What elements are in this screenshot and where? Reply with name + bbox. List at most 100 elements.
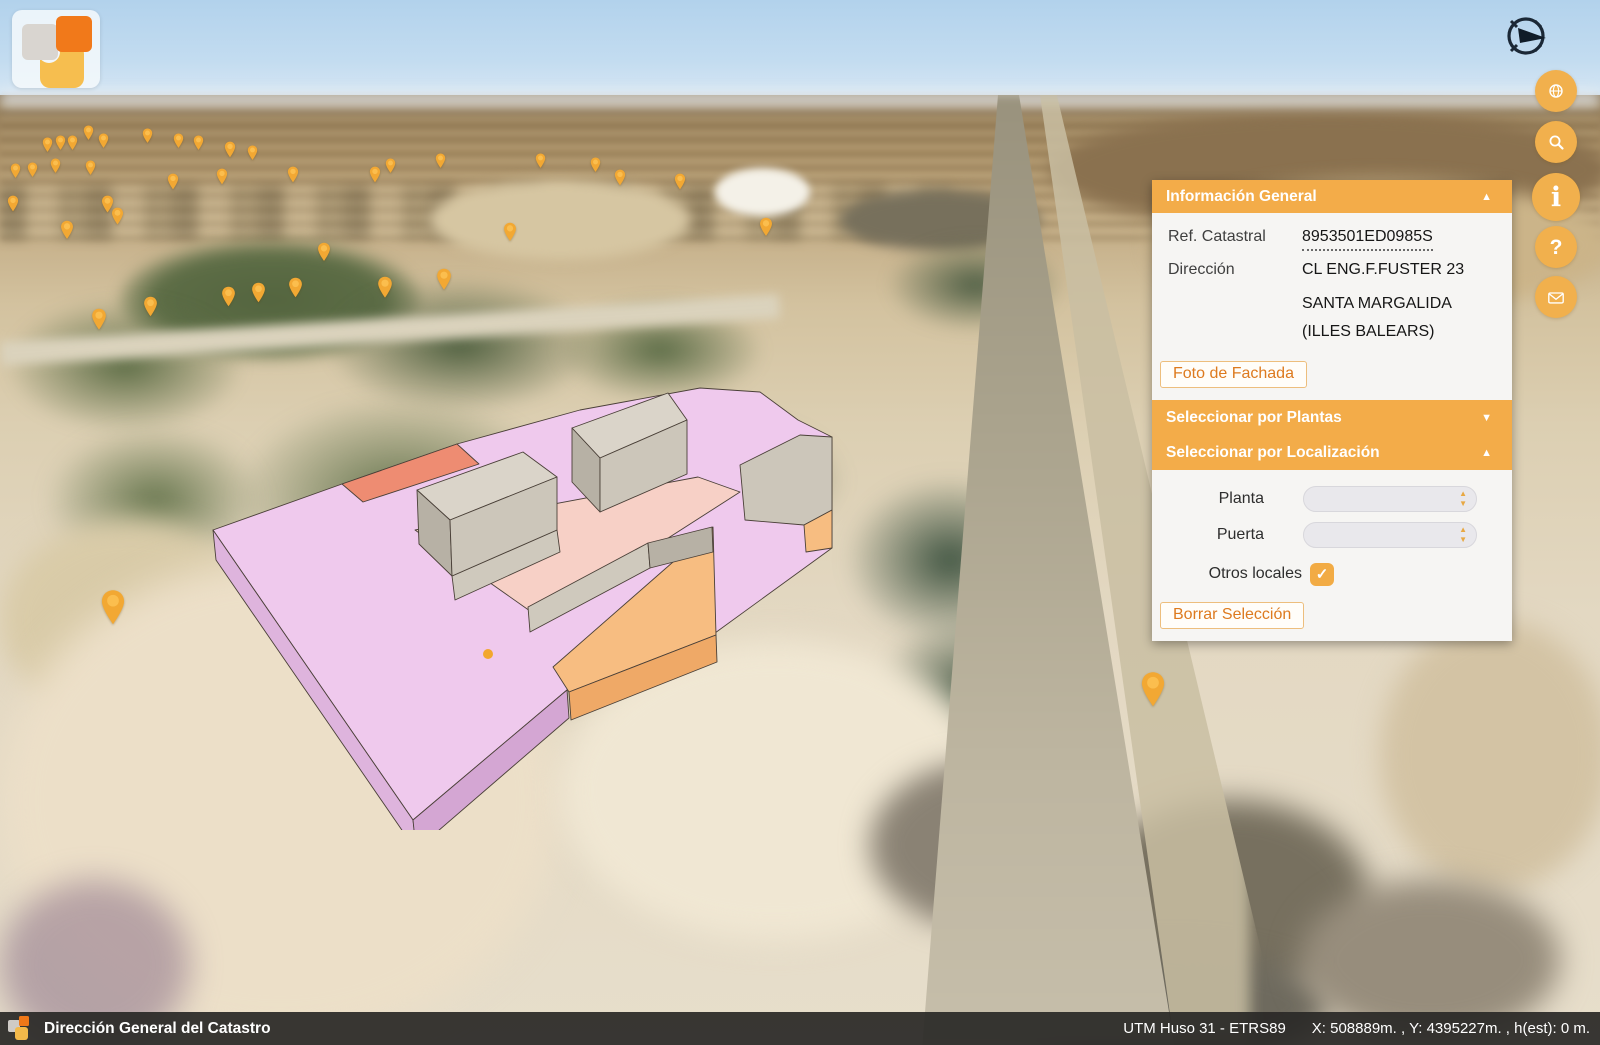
map-pin[interactable] bbox=[27, 162, 38, 182]
map-pin[interactable] bbox=[674, 173, 686, 195]
map-pin[interactable] bbox=[1140, 671, 1166, 712]
near-field bbox=[1380, 620, 1600, 890]
map-pin[interactable] bbox=[143, 296, 158, 322]
planta-label: Planta bbox=[1152, 490, 1264, 508]
catastro-mini-logo bbox=[8, 1016, 34, 1042]
map-pin[interactable] bbox=[317, 242, 331, 267]
map-pin[interactable] bbox=[287, 166, 299, 188]
map-pin[interactable] bbox=[590, 157, 601, 177]
foto-de-fachada-button[interactable]: Foto de Fachada bbox=[1160, 361, 1307, 388]
otros-locales-row: Otros locales ✓ bbox=[1152, 558, 1512, 590]
catastro-logo bbox=[12, 10, 100, 88]
horizon-haze bbox=[0, 91, 1600, 107]
map-pin[interactable] bbox=[60, 220, 74, 245]
map-pin[interactable] bbox=[142, 128, 153, 148]
globe-icon bbox=[1548, 83, 1564, 99]
direccion-row2: SANTA MARGALIDA bbox=[1152, 285, 1512, 319]
info-button[interactable]: i bbox=[1532, 173, 1580, 221]
section-header-seleccionar-plantas[interactable]: Seleccionar por Plantas ▼ bbox=[1152, 400, 1512, 435]
direccion-row3: (ILLES BALEARS) bbox=[1152, 319, 1512, 347]
map-pin[interactable] bbox=[85, 160, 96, 180]
crs-label: UTM Huso 31 - ETRS89 bbox=[1123, 1020, 1286, 1037]
coordinates-readout: X: 508889m. , Y: 4395227m. , h(est): 0 m… bbox=[1312, 1020, 1590, 1037]
planta-row: Planta ▲▼ bbox=[1152, 482, 1512, 516]
map-pin[interactable] bbox=[67, 135, 78, 155]
borrar-seleccion-button[interactable]: Borrar Selección bbox=[1160, 602, 1304, 629]
map-pin[interactable] bbox=[91, 308, 107, 335]
check-icon: ✓ bbox=[1316, 565, 1329, 583]
map-pin[interactable] bbox=[221, 286, 236, 312]
collapse-arrow-icon[interactable]: ▲ bbox=[1481, 447, 1492, 459]
map-pin[interactable] bbox=[288, 277, 303, 303]
info-panel: Información General ▲ Ref. Catastral 895… bbox=[1152, 180, 1512, 641]
map-pin[interactable] bbox=[614, 169, 626, 191]
map-pin[interactable] bbox=[173, 133, 184, 153]
direccion-value-line3: (ILLES BALEARS) bbox=[1302, 319, 1435, 344]
map-pin[interactable] bbox=[50, 158, 61, 178]
info-icon: i bbox=[1551, 184, 1561, 211]
map-pin[interactable] bbox=[503, 222, 517, 247]
map-pin[interactable] bbox=[7, 195, 19, 217]
map-pin[interactable] bbox=[10, 163, 21, 183]
direccion-value-line2: SANTA MARGALIDA bbox=[1302, 291, 1452, 316]
section-title: Seleccionar por Plantas bbox=[1166, 409, 1342, 427]
search-icon bbox=[1547, 133, 1565, 151]
direccion-label: Dirección bbox=[1152, 257, 1302, 282]
catastro-3d-viewer: i ? Información General ▲ Ref. Catastral… bbox=[0, 0, 1600, 1045]
puerta-row: Puerta ▲▼ bbox=[1152, 518, 1512, 552]
planta-select[interactable]: ▲▼ bbox=[1303, 486, 1477, 512]
map-pin[interactable] bbox=[193, 135, 204, 155]
expand-arrow-icon[interactable]: ▼ bbox=[1481, 412, 1492, 424]
section-title: Información General bbox=[1166, 188, 1317, 206]
map-pin[interactable] bbox=[100, 589, 126, 630]
compass-icon[interactable] bbox=[1500, 10, 1554, 64]
direccion-value-line1: CL ENG.F.FUSTER 23 bbox=[1302, 257, 1464, 282]
map-pin[interactable] bbox=[251, 282, 266, 308]
search-button[interactable] bbox=[1535, 121, 1577, 163]
map-pin[interactable] bbox=[385, 158, 396, 178]
section-title: Seleccionar por Localización bbox=[1166, 444, 1380, 462]
white-building bbox=[715, 168, 810, 216]
puerta-select[interactable]: ▲▼ bbox=[1303, 522, 1477, 548]
map-pin[interactable] bbox=[55, 135, 66, 155]
help-button[interactable]: ? bbox=[1535, 226, 1577, 268]
ref-catastral-row: Ref. Catastral 8953501ED0985S bbox=[1152, 221, 1512, 254]
otros-locales-label: Otros locales bbox=[1152, 565, 1302, 583]
chevron-updown-icon: ▲▼ bbox=[1459, 489, 1467, 509]
globe-button[interactable] bbox=[1535, 70, 1577, 112]
ref-catastral-value[interactable]: 8953501ED0985S bbox=[1302, 224, 1433, 251]
map-pin[interactable] bbox=[83, 125, 94, 145]
mail-button[interactable] bbox=[1535, 276, 1577, 318]
mail-icon bbox=[1547, 290, 1565, 305]
map-pin[interactable] bbox=[377, 276, 393, 303]
ref-catastral-label: Ref. Catastral bbox=[1152, 224, 1302, 251]
general-info-body: Ref. Catastral 8953501ED0985S Dirección … bbox=[1152, 213, 1512, 400]
map-pin[interactable] bbox=[436, 268, 452, 295]
map-pin[interactable] bbox=[98, 133, 109, 153]
map-pin[interactable] bbox=[111, 207, 124, 230]
puerta-label: Puerta bbox=[1152, 526, 1264, 544]
building-face[interactable] bbox=[483, 649, 493, 659]
field-mid bbox=[430, 180, 690, 260]
map-pin[interactable] bbox=[535, 153, 546, 173]
localizacion-form: Planta ▲▼ Puerta ▲▼ Otros loca bbox=[1152, 470, 1512, 641]
map-pin[interactable] bbox=[42, 137, 53, 157]
logo-orange-square bbox=[56, 16, 92, 52]
map-pin[interactable] bbox=[369, 166, 381, 188]
help-icon: ? bbox=[1550, 237, 1563, 258]
map-pin[interactable] bbox=[216, 168, 228, 190]
map-pin[interactable] bbox=[167, 173, 179, 195]
collapse-arrow-icon[interactable]: ▲ bbox=[1481, 191, 1492, 203]
selected-building-model[interactable] bbox=[200, 380, 850, 830]
section-header-informacion-general[interactable]: Información General ▲ bbox=[1152, 180, 1512, 213]
status-bar: Dirección General del Catastro UTM Huso … bbox=[0, 1012, 1600, 1045]
section-header-seleccionar-localizacion[interactable]: Seleccionar por Localización ▲ bbox=[1152, 435, 1512, 470]
logo-gray-square bbox=[22, 24, 58, 60]
map-pin[interactable] bbox=[247, 145, 258, 165]
map-pin[interactable] bbox=[759, 217, 773, 242]
map-pin[interactable] bbox=[435, 153, 446, 173]
chevron-updown-icon: ▲▼ bbox=[1459, 525, 1467, 545]
sky bbox=[0, 0, 1600, 102]
map-pin[interactable] bbox=[224, 141, 236, 163]
otros-locales-checkbox[interactable]: ✓ bbox=[1310, 563, 1334, 586]
